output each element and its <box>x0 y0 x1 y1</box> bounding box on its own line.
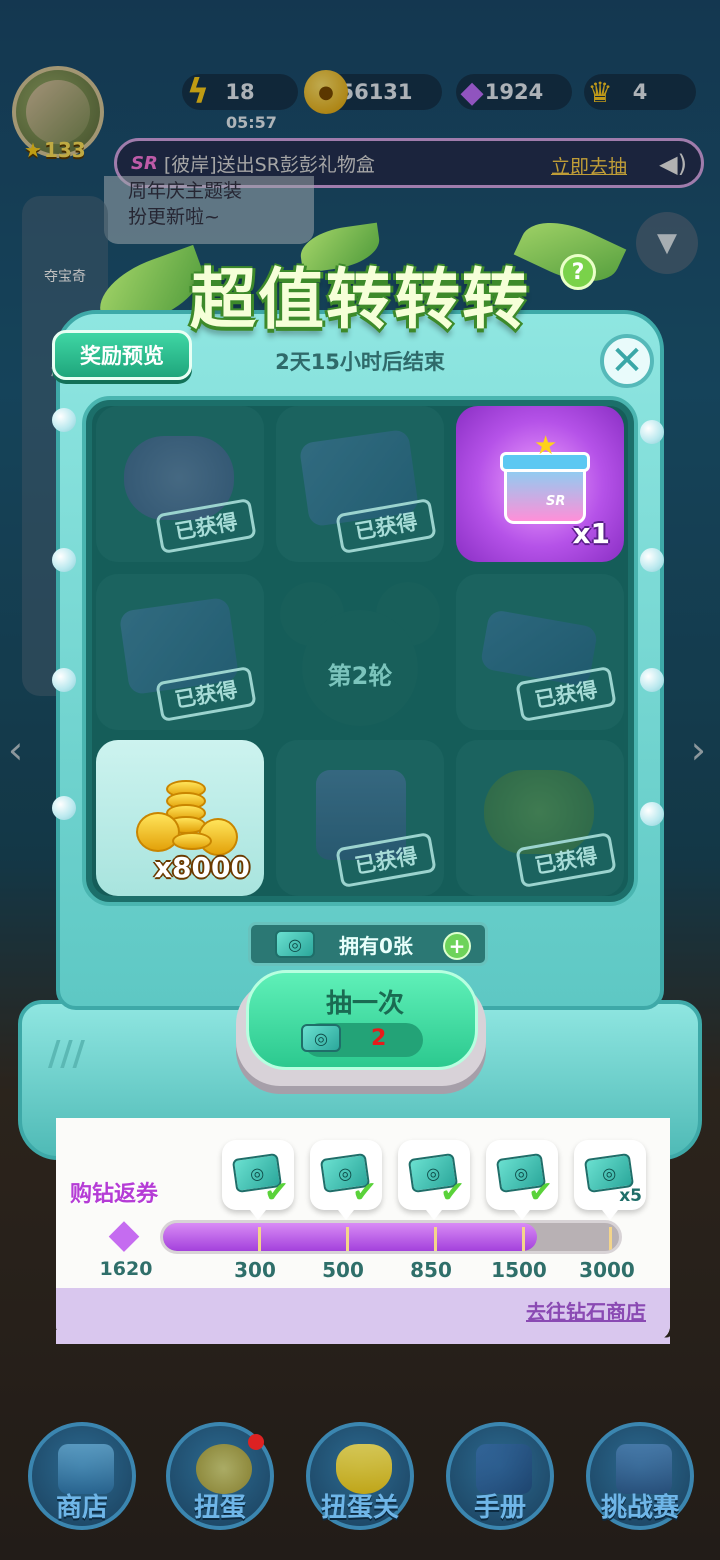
ticket-icon: ◎ <box>275 930 315 958</box>
progress-fill <box>163 1223 537 1251</box>
pearl-decoration <box>640 548 664 572</box>
milestone-reward-3000[interactable]: ◎ x5 <box>574 1140 646 1220</box>
notification-dot <box>248 1434 264 1450</box>
milestone-tick <box>258 1227 261 1251</box>
draw-button-label: 抽一次 <box>325 989 404 1019</box>
prize-cell-gems: 已获得 <box>96 406 264 562</box>
prize-cell-photo-card: 已获得 <box>276 406 444 562</box>
obtained-stamp: 已获得 <box>335 497 437 555</box>
check-icon: ✔ <box>352 1175 378 1210</box>
milestone-reward-850[interactable]: ◎ ✔ <box>398 1140 470 1220</box>
pearl-decoration <box>52 668 76 692</box>
check-icon: ✔ <box>528 1175 554 1210</box>
reward-preview-button[interactable]: 奖励预览 <box>52 330 192 380</box>
nav-gacha[interactable]: 扭蛋 <box>166 1422 274 1530</box>
prize-quantity: x8000 <box>154 851 250 884</box>
add-ticket-button[interactable]: + <box>443 932 471 960</box>
prize-cell-coins: x8000 <box>96 740 264 896</box>
close-icon: ✕ <box>610 338 644 384</box>
milestone-value: 3000 <box>579 1258 635 1282</box>
milestone-reward-1500[interactable]: ◎ ✔ <box>486 1140 558 1220</box>
round-label: 第2轮 <box>327 662 393 690</box>
sr-label: SR <box>546 494 566 509</box>
ticket-count-bar: ◎ 拥有0张 + <box>248 922 488 966</box>
nav-label: 扭蛋 <box>193 1493 246 1523</box>
prize-quantity: x1 <box>572 517 610 550</box>
pearl-decoration <box>52 408 76 432</box>
pearl-decoration <box>640 420 664 444</box>
prize-cell-gift-box: 已获得 <box>276 740 444 896</box>
prize-cell-ticket: 已获得 <box>456 574 624 730</box>
diamond-shop-link[interactable]: 去往钻石商店 <box>526 1296 646 1325</box>
nav-label: 挑战赛 <box>600 1493 679 1523</box>
nav-challenge[interactable]: 挑战赛 <box>586 1422 694 1530</box>
event-countdown: 2天15小时后结束 <box>275 350 445 374</box>
obtained-stamp: 已获得 <box>515 831 617 889</box>
obtained-stamp: 已获得 <box>335 831 437 889</box>
modal-title: 超值转转转 <box>190 261 530 338</box>
nav-label: 手册 <box>473 1493 526 1523</box>
nav-handbook[interactable]: 手册 <box>446 1422 554 1530</box>
pearl-decoration <box>640 668 664 692</box>
milestone-value: 850 <box>410 1258 452 1282</box>
milestone-value: 1500 <box>491 1258 547 1282</box>
prize-cell-sr-gift: ★ SR x1 <box>456 406 624 562</box>
draw-cost: ◎ 2 <box>301 1023 423 1057</box>
prize-cell-green-coins: 已获得 <box>456 740 624 896</box>
current-gem-purchase: 1620 <box>99 1258 153 1280</box>
owned-count: 拥有0张 <box>339 933 413 958</box>
milestone-tick <box>609 1227 612 1251</box>
nav-label: 扭蛋关 <box>320 1493 399 1523</box>
gem-icon: ◆ <box>108 1211 140 1257</box>
close-button[interactable]: ✕ <box>600 334 654 388</box>
prize-cell-photo-card-2: 已获得 <box>96 574 264 730</box>
milestone-tick <box>346 1227 349 1251</box>
check-icon: ✔ <box>440 1175 466 1210</box>
pearl-decoration <box>52 548 76 572</box>
draw-once-button[interactable]: 抽一次 ◎ 2 <box>246 970 478 1070</box>
help-icon[interactable]: ? <box>560 254 596 290</box>
reward-quantity: x5 <box>619 1186 642 1206</box>
milestone-tick <box>434 1227 437 1251</box>
draw-cost-value: 2 <box>371 1026 387 1051</box>
ticket-icon: ◎ <box>301 1024 341 1052</box>
milestone-value: 500 <box>322 1258 364 1282</box>
receipt-edge <box>56 1330 670 1344</box>
milestone-tick <box>522 1227 525 1251</box>
milestone-reward-500[interactable]: ◎ ✔ <box>310 1140 382 1220</box>
stripe-decoration: / / / <box>48 1034 85 1074</box>
rebate-title: 购钻返券 <box>70 1182 159 1207</box>
milestone-reward-300[interactable]: ◎ ✔ <box>222 1140 294 1220</box>
check-icon: ✔ <box>264 1175 290 1210</box>
obtained-stamp: 已获得 <box>155 497 257 555</box>
pearl-decoration <box>52 796 76 820</box>
gift-box-icon: ★ SR <box>500 433 590 526</box>
round-indicator: 第2轮 <box>274 574 446 730</box>
nav-label: 商店 <box>55 1493 108 1523</box>
pearl-decoration <box>640 802 664 826</box>
obtained-stamp: 已获得 <box>515 665 617 723</box>
obtained-stamp: 已获得 <box>155 665 257 723</box>
rebate-progress-bar <box>160 1220 622 1254</box>
nav-shop[interactable]: 商店 <box>28 1422 136 1530</box>
nav-gacha-stage[interactable]: 扭蛋关 <box>306 1422 414 1530</box>
milestone-value: 300 <box>234 1258 276 1282</box>
